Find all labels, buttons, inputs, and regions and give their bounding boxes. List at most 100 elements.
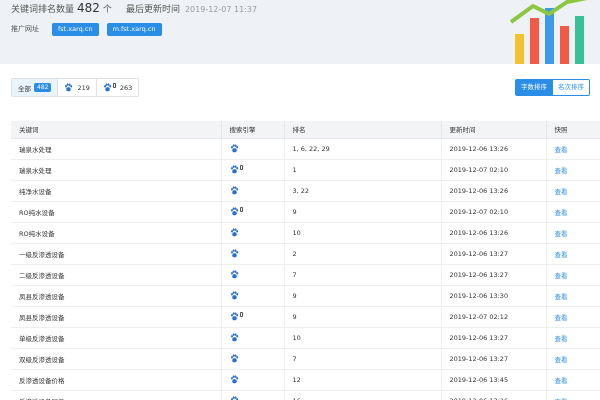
view-snapshot-link[interactable]: 查看 (555, 293, 568, 301)
filter-pc-count: 219 (77, 83, 90, 92)
site-button-mobile[interactable]: m.fst.xarq.cn (106, 22, 162, 36)
view-snapshot-link[interactable]: 查看 (555, 209, 568, 217)
rank-cell: 10 (284, 222, 442, 244)
updated-cell: 2019-12-07 02:10 (441, 201, 547, 223)
view-snapshot-link[interactable]: 查看 (555, 146, 568, 154)
view-snapshot-link[interactable]: 查看 (555, 377, 568, 385)
view-snapshot-link[interactable]: 查看 (555, 314, 568, 322)
rank-cell: 10 (284, 327, 442, 349)
updated-cell: 2019-12-06 13:27 (441, 243, 547, 265)
snapshot-cell: 查看 (546, 243, 600, 265)
keyword-count-unit: 个 (102, 5, 112, 15)
filter-tab-all[interactable]: 全部 482 (12, 79, 59, 96)
snapshot-cell: 查看 (546, 159, 600, 181)
mobile-phone-icon (239, 165, 243, 170)
updated-cell: 2019-12-07 02:12 (441, 306, 547, 328)
table-row: 瑞泉水处理 1 2019-12-07 02:10 查看 (11, 159, 600, 181)
view-snapshot-link[interactable]: 查看 (555, 356, 568, 364)
table-row: 单级反渗透设备 10 2019-12-06 13:27 查看 (11, 327, 600, 349)
view-snapshot-link[interactable]: 查看 (555, 188, 568, 196)
updated-cell: 2019-12-06 13:27 (441, 348, 547, 370)
engine-filter-tabs: 全部 482 219 263 (11, 78, 140, 97)
updated-cell: 2019-12-06 13:30 (441, 285, 547, 307)
baidu-paw-icon (230, 270, 238, 279)
baidu-paw-icon (230, 354, 238, 363)
baidu-paw-icon (230, 186, 238, 195)
rank-cell: 2 (284, 243, 442, 265)
baidu-paw-icon (230, 291, 238, 300)
table-header-row: 关键词 搜索引擎 排名 更新时间 快照 (11, 121, 600, 139)
sort-toggle: 字数排序 名次排序 (515, 79, 590, 96)
rank-cell: 9 (284, 201, 442, 223)
snapshot-cell: 查看 (546, 201, 600, 223)
snapshot-cell: 查看 (546, 369, 600, 391)
engine-cell (221, 201, 285, 223)
keyword-cell: 凤县反渗透设备 (11, 306, 222, 328)
view-snapshot-link[interactable]: 查看 (555, 272, 568, 280)
sort-by-length-button[interactable]: 字数排序 (515, 79, 553, 96)
bar-chart-illustration (509, 0, 588, 64)
table-row: RO纯水设备 10 2019-12-06 13:26 查看 (11, 222, 600, 244)
engine-cell (221, 285, 285, 307)
keyword-cell: 瑞泉水处理 (11, 138, 222, 160)
table-row: 瑞泉水处理 1, 6, 22, 29 2019-12-06 13:26 查看 (11, 138, 600, 160)
filter-mobile-count: 263 (119, 83, 133, 92)
filter-tab-baidu-mobile[interactable]: 263 (97, 79, 138, 96)
table-row: 凤县反渗透设备 9 2019-12-07 02:12 查看 (11, 306, 600, 328)
mobile-phone-icon (112, 83, 116, 88)
baidu-paw-icon (230, 165, 238, 174)
promo-label: 推广网址 (11, 25, 39, 33)
keyword-rank-table: 关键词 搜索引擎 排名 更新时间 快照 瑞泉水处理 1, 6, 22, 29 201… (11, 121, 600, 400)
keyword-count: 482 (77, 1, 100, 15)
keyword-cell: 一级反渗透设备 (11, 243, 222, 265)
column-header-updated: 更新时间 (441, 121, 547, 139)
rank-cell: 12 (284, 369, 442, 391)
updated-cell: 2019-12-06 13:26 (441, 222, 547, 244)
engine-cell (221, 243, 285, 265)
snapshot-cell: 查看 (546, 264, 600, 286)
table-row: 纯净水设备 3, 22 2019-12-06 13:26 查看 (11, 180, 600, 202)
snapshot-cell: 查看 (546, 180, 600, 202)
rank-cell: 9 (284, 285, 442, 307)
rank-cell: 7 (284, 264, 442, 286)
view-snapshot-link[interactable]: 查看 (555, 251, 568, 259)
baidu-paw-icon (230, 207, 238, 216)
keyword-cell: 反渗透设备展示 (11, 390, 222, 400)
baidu-paw-icon (230, 396, 238, 400)
keyword-stats: 关键词排名数量 482 个 最后更新时间 2019-12-07 11:37 (11, 1, 257, 15)
keyword-cell: 瑞泉水处理 (11, 159, 222, 181)
table-row: 双级反渗透设备 7 2019-12-06 13:27 查看 (11, 348, 600, 370)
filter-tab-baidu-pc[interactable]: 219 (58, 79, 97, 96)
updated-cell: 2019-12-06 13:26 (441, 180, 547, 202)
baidu-paw-icon (230, 312, 238, 321)
site-button-pc[interactable]: fst.xarq.cn (52, 22, 99, 36)
rank-cell: 1, 6, 22, 29 (284, 138, 442, 160)
engine-cell (221, 138, 285, 160)
keyword-cell: RO纯水设备 (11, 222, 222, 244)
keyword-count-label: 关键词排名数量 (11, 5, 75, 15)
snapshot-cell: 查看 (546, 390, 600, 400)
engine-cell (221, 306, 285, 328)
updated-cell: 2019-12-06 13:26 (441, 390, 547, 400)
baidu-paw-icon (230, 375, 238, 384)
engine-cell (221, 222, 285, 244)
view-snapshot-link[interactable]: 查看 (555, 167, 568, 175)
engine-cell (221, 390, 285, 400)
view-snapshot-link[interactable]: 查看 (555, 335, 568, 343)
sort-by-rank-button[interactable]: 名次排序 (553, 79, 590, 96)
baidu-paw-icon (230, 249, 238, 258)
view-snapshot-link[interactable]: 查看 (555, 230, 568, 238)
engine-cell (221, 348, 285, 370)
rank-cell: 1 (284, 159, 442, 181)
snapshot-cell: 查看 (546, 222, 600, 244)
baidu-paw-icon (230, 144, 238, 153)
table-body: 瑞泉水处理 1, 6, 22, 29 2019-12-06 13:26 查看 瑞泉水处理… (11, 138, 600, 400)
keyword-cell: 单级反渗透设备 (11, 327, 222, 349)
keyword-cell: 双级反渗透设备 (11, 348, 222, 370)
engine-cell (221, 327, 285, 349)
column-header-snapshot: 快照 (546, 121, 600, 139)
updated-cell: 2019-12-06 13:27 (441, 264, 547, 286)
rank-cell: 16 (284, 390, 442, 400)
keyword-cell: 凤县反渗透设备 (11, 285, 222, 307)
filter-all-count: 482 (34, 83, 52, 92)
